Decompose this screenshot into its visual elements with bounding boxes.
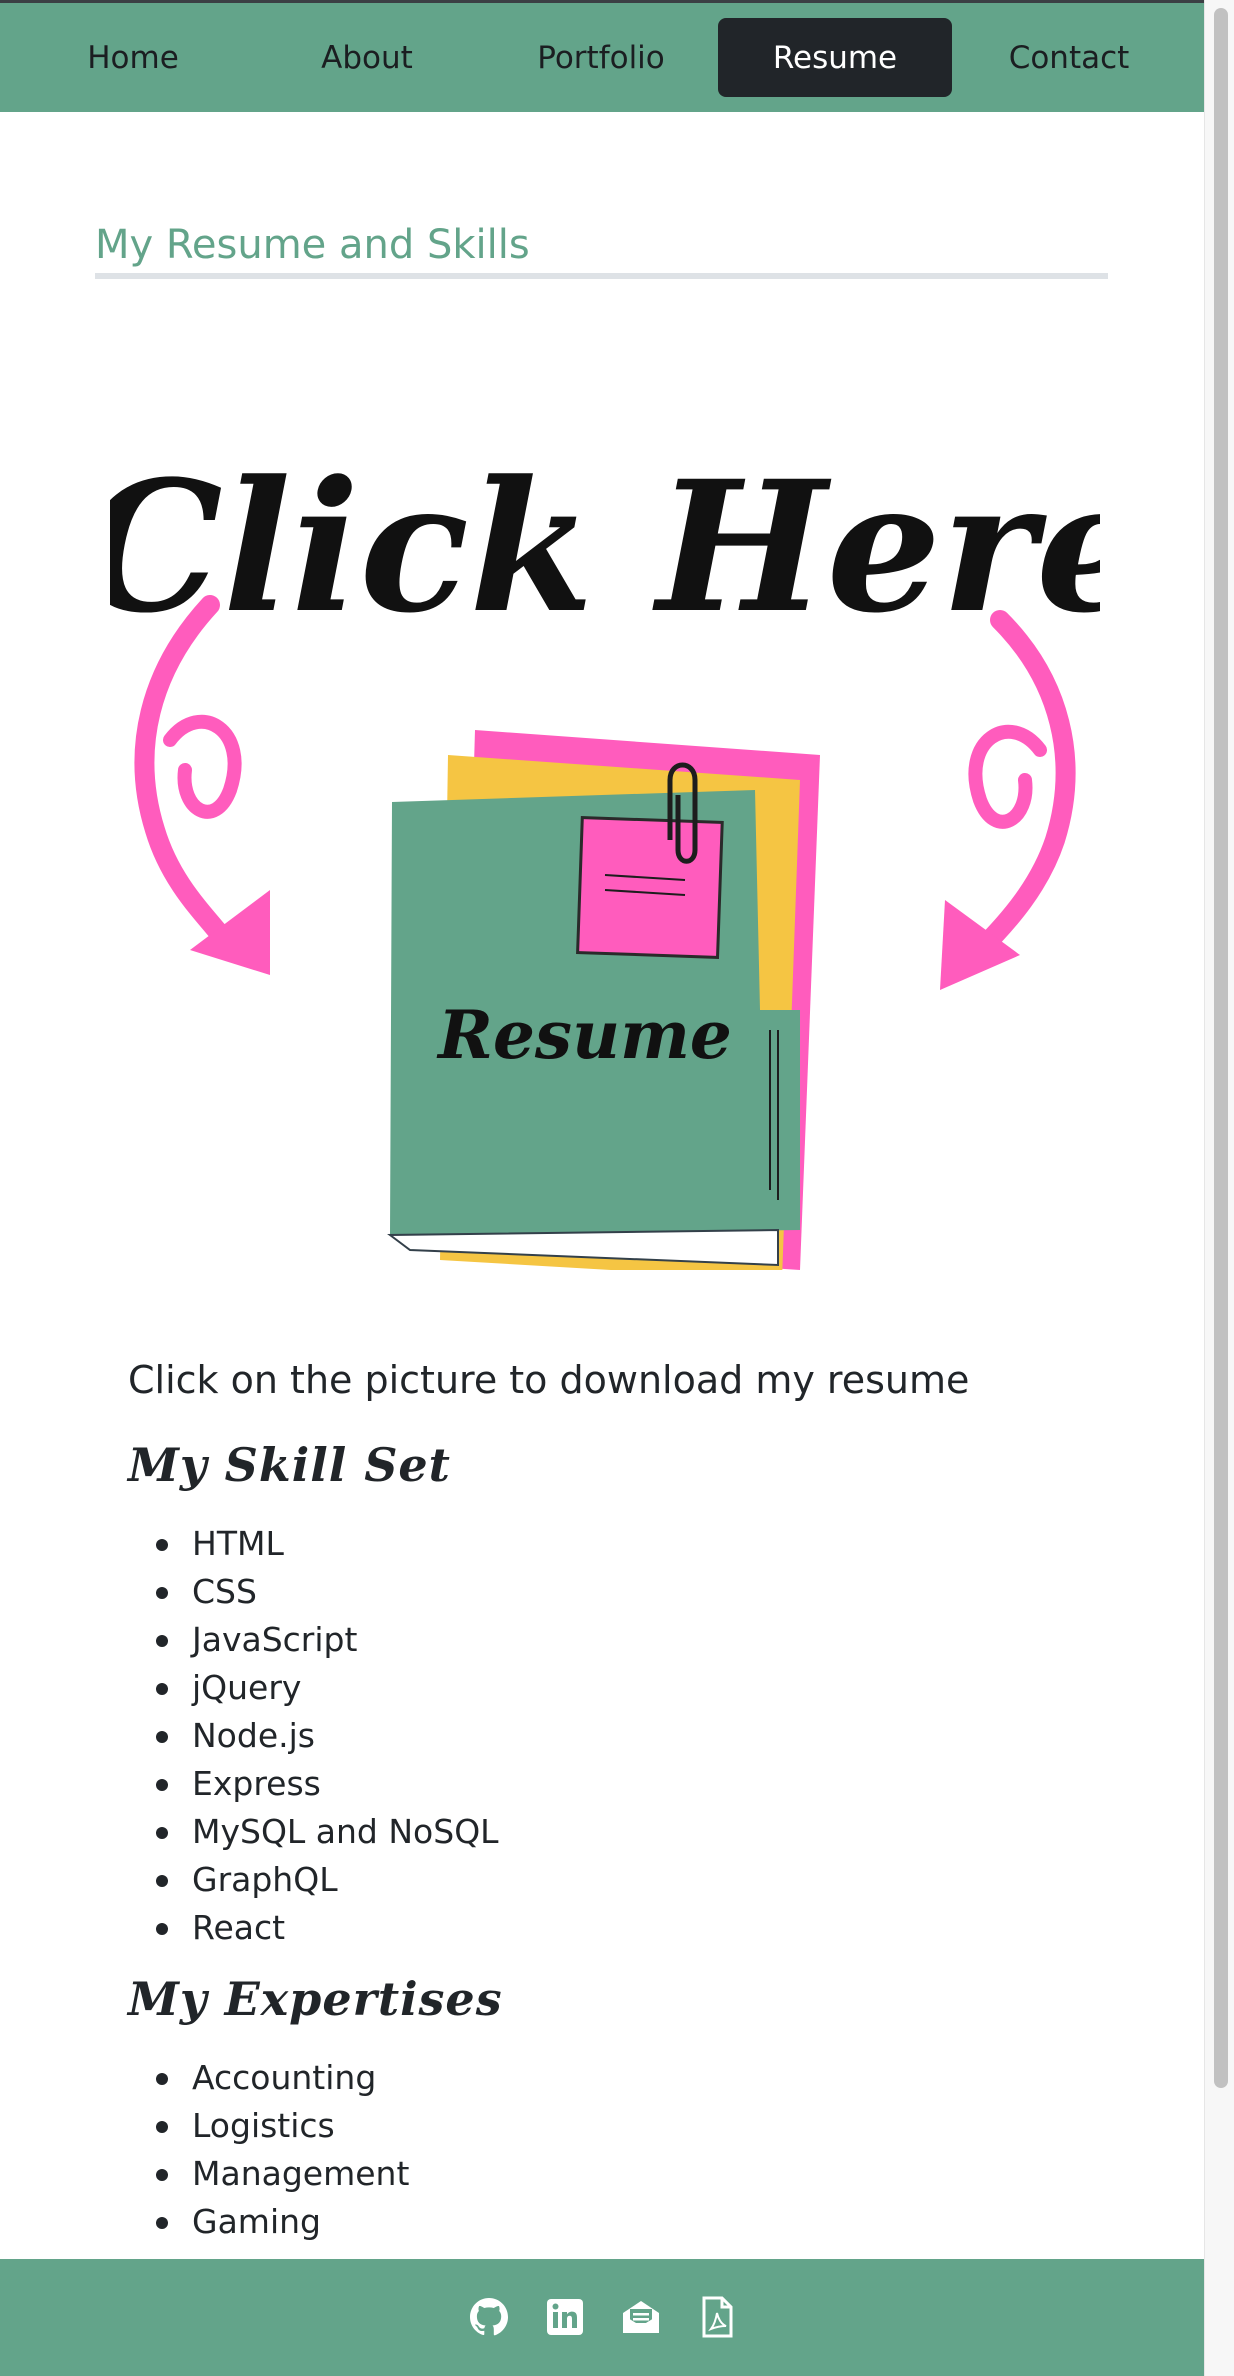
expertise-item: Management: [128, 2150, 409, 2198]
nav-contact[interactable]: Contact: [952, 18, 1186, 97]
expertise-heading: My Expertises: [128, 1972, 503, 2026]
section-title: My Resume and Skills: [95, 222, 530, 268]
skills-heading: My Skill Set: [128, 1438, 451, 1492]
skill-item: CSS: [128, 1568, 499, 1616]
skill-item: jQuery: [128, 1664, 499, 1712]
resume-download-image[interactable]: Click Here Resume: [110, 410, 1100, 1270]
skill-item: React: [128, 1904, 499, 1952]
expertise-item: Gaming: [128, 2198, 409, 2246]
nav-resume[interactable]: Resume: [718, 18, 952, 97]
expertise-item: Accounting: [128, 2054, 409, 2102]
expertise-list: Accounting Logistics Management Gaming: [128, 2054, 409, 2246]
skill-item: Express: [128, 1760, 499, 1808]
linkedin-icon[interactable]: [543, 2295, 587, 2339]
page-scrollbar[interactable]: [1204, 0, 1234, 2376]
skill-item: Node.js: [128, 1712, 499, 1760]
expertise-item: Logistics: [128, 2102, 409, 2150]
download-instructions: Click on the picture to download my resu…: [128, 1358, 970, 1402]
top-navbar: Home About Portfolio Resume Contact: [0, 0, 1204, 112]
nav-about[interactable]: About: [250, 18, 484, 97]
resume-illustration: Click Here Resume: [110, 442, 1100, 1270]
pdf-icon[interactable]: [695, 2295, 739, 2339]
left-arrow-icon: [134, 595, 270, 975]
skill-item: GraphQL: [128, 1856, 499, 1904]
skills-list: HTML CSS JavaScript jQuery Node.js Expre…: [128, 1520, 499, 1952]
footer: [0, 2259, 1204, 2376]
nav-portfolio[interactable]: Portfolio: [484, 18, 718, 97]
right-arrow-icon: [940, 610, 1076, 990]
nav-home[interactable]: Home: [16, 18, 250, 97]
skill-item: JavaScript: [128, 1616, 499, 1664]
resume-folder-icon: Resume: [387, 730, 820, 1270]
title-divider: [95, 273, 1108, 279]
skill-item: HTML: [128, 1520, 499, 1568]
folder-label-text: Resume: [436, 996, 732, 1074]
scrollbar-thumb[interactable]: [1214, 8, 1228, 2088]
skill-item: MySQL and NoSQL: [128, 1808, 499, 1856]
click-here-text: Click Here: [110, 442, 1100, 653]
page: Home About Portfolio Resume Contact My R…: [0, 0, 1204, 2376]
email-icon[interactable]: [619, 2295, 663, 2339]
github-icon[interactable]: [467, 2295, 511, 2339]
